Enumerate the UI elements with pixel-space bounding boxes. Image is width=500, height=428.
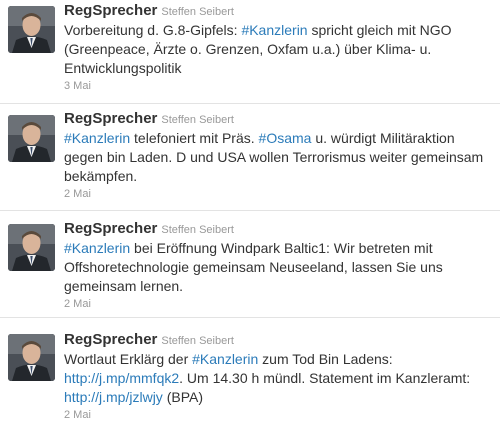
tweet-text-segment: (BPA) [162,389,204,405]
timestamp[interactable]: 2 Mai [64,408,494,423]
tweet: RegSprecher Steffen Seibert #Kanzlerin be… [0,211,500,318]
tweet-content: RegSprecher Steffen Seibert #Kanzlerin be… [64,219,494,312]
profile-photo-icon [8,224,55,271]
tweet-header: RegSprecher Steffen Seibert [64,330,494,350]
tweet-text-segment: Vorbereitung d. G.8-Gipfels: [64,22,242,38]
hashtag-link[interactable]: #Kanzlerin [64,130,130,146]
tweet-header: RegSprecher Steffen Seibert [64,1,494,21]
url-link[interactable]: http://j.mp/jzlwjy [64,389,163,405]
tweet-text-segment: Wortlaut Erklärg der [64,351,193,367]
tweet-content: RegSprecher Steffen Seibert Vorbereitung … [64,1,494,94]
profile-photo-icon [8,6,55,53]
tweet-header: RegSprecher Steffen Seibert [64,219,494,239]
tweet-text: Wortlaut Erklärg der #Kanzlerin zum Tod … [64,350,494,407]
tweet-text: Vorbereitung d. G.8-Gipfels: #Kanzlerin … [64,21,494,78]
tweet-text-segment: telefoniert mit Präs. [130,130,259,146]
hashtag-link[interactable]: #Kanzlerin [192,351,258,367]
tweet: RegSprecher Steffen Seibert Wortlaut Erkl… [0,318,500,428]
timestamp[interactable]: 2 Mai [64,187,494,202]
profile-photo-icon [8,334,55,381]
avatar[interactable] [8,224,55,271]
timestamp[interactable]: 3 Mai [64,79,494,94]
hashtag-link[interactable]: #Kanzlerin [241,22,307,38]
tweet-content: RegSprecher Steffen Seibert #Kanzlerin te… [64,109,494,202]
tweet-header: RegSprecher Steffen Seibert [64,109,494,129]
full-name: Steffen Seibert [161,335,234,347]
full-name: Steffen Seibert [161,114,234,126]
tweet-text-segment: zum Tod Bin Ladens: [258,351,393,367]
tweet-text-segment: . Um 14.30 h mündl. Statement im Kanzler… [179,370,471,386]
tweet-text: #Kanzlerin bei Eröffnung Windpark Baltic… [64,239,494,296]
hashtag-link[interactable]: #Osama [259,130,312,146]
timestamp[interactable]: 2 Mai [64,297,494,312]
screen-name[interactable]: RegSprecher [64,331,157,348]
tweet: RegSprecher Steffen Seibert #Kanzlerin te… [0,104,500,211]
tweet-text: #Kanzlerin telefoniert mit Präs. #Osama … [64,129,494,186]
screen-name[interactable]: RegSprecher [64,220,157,237]
screen-name[interactable]: RegSprecher [64,2,157,19]
avatar[interactable] [8,334,55,381]
tweet-content: RegSprecher Steffen Seibert Wortlaut Erkl… [64,330,494,423]
full-name: Steffen Seibert [161,224,234,236]
avatar[interactable] [8,6,55,53]
screen-name[interactable]: RegSprecher [64,110,157,127]
full-name: Steffen Seibert [161,6,234,18]
profile-photo-icon [8,115,55,162]
tweet: RegSprecher Steffen Seibert Vorbereitung … [0,0,500,104]
hashtag-link[interactable]: #Kanzlerin [64,240,130,256]
url-link[interactable]: http://j.mp/mmfqk2 [64,370,179,386]
avatar[interactable] [8,115,55,162]
